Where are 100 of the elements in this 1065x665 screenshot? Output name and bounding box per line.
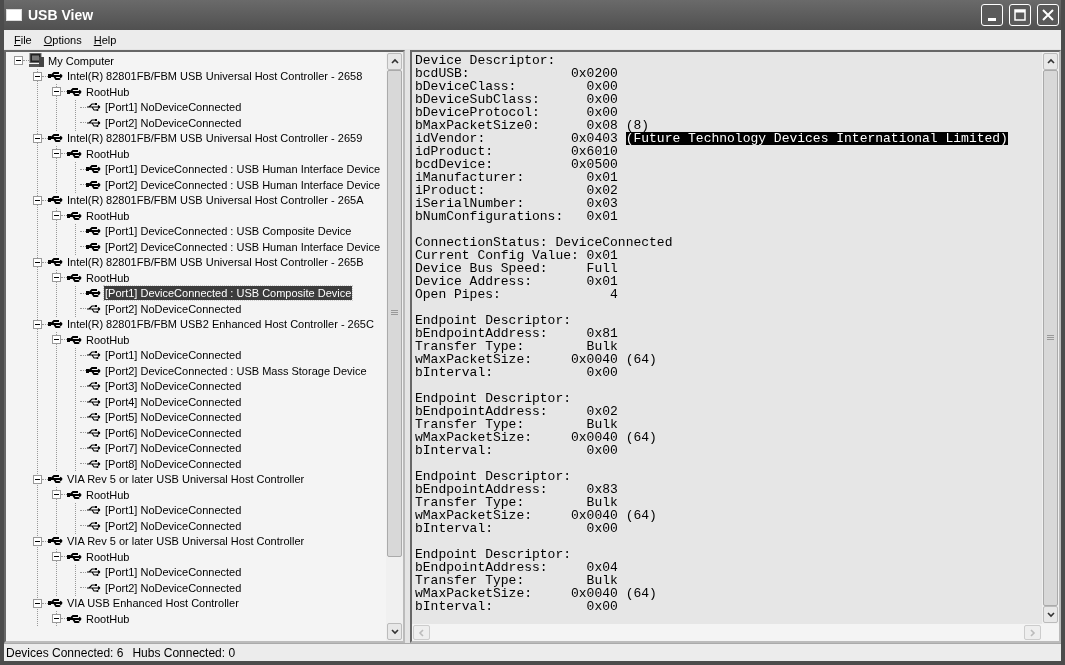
usb-icon <box>48 474 64 485</box>
tree-item[interactable]: [Port2] NoDeviceConnected <box>104 580 243 595</box>
collapse-toggle[interactable] <box>52 273 61 283</box>
chevron-left-icon <box>417 628 426 637</box>
tree-item[interactable]: RootHub <box>85 332 131 347</box>
field-value: 0x03 <box>586 197 618 210</box>
field-label: Transfer Type: <box>415 574 525 587</box>
field-label: idProduct: <box>415 145 493 158</box>
tree-item[interactable]: Intel(R) 82801FB/FBM USB Universal Host Controller - 265B <box>66 255 365 270</box>
minus-icon <box>35 259 40 265</box>
minus-icon <box>54 337 59 343</box>
collapse-toggle[interactable] <box>52 552 61 562</box>
chevron-down-icon <box>1046 610 1055 619</box>
tree-item[interactable]: [Port3] NoDeviceConnected <box>104 379 243 394</box>
scroll-up-button[interactable] <box>1043 53 1058 70</box>
minimize-button[interactable] <box>981 4 1003 26</box>
tree-item[interactable]: RootHub <box>85 611 131 626</box>
tree-item[interactable]: [Port2] DeviceConnected : USB Mass Storage Device <box>104 363 368 378</box>
field-label: bEndpointAddress: <box>415 327 548 340</box>
tree-item[interactable]: [Port4] NoDeviceConnected <box>104 394 243 409</box>
minus-icon <box>35 73 40 79</box>
tree-item[interactable]: [Port8] NoDeviceConnected <box>104 456 243 471</box>
field-value: 0x04 <box>586 561 618 574</box>
vertical-scrollbar[interactable] <box>1042 52 1059 624</box>
usb-icon <box>67 489 83 500</box>
grip-icon <box>391 310 398 317</box>
collapse-toggle[interactable] <box>14 56 23 66</box>
section-heading: Endpoint Descriptor: <box>415 470 572 483</box>
collapse-toggle[interactable] <box>33 195 42 205</box>
close-button[interactable] <box>1037 4 1059 26</box>
tree-item[interactable]: Intel(R) 82801FB/FBM USB2 Enhanced Host Controller - 265C <box>66 317 375 332</box>
tree-item[interactable]: [Port1] NoDeviceConnected <box>104 565 243 580</box>
collapse-toggle[interactable] <box>33 133 42 143</box>
collapse-toggle[interactable] <box>33 71 42 81</box>
tree-item[interactable]: RootHub <box>85 208 131 223</box>
tree-item[interactable]: VIA Rev 5 or later USB Universal Host Controller <box>66 472 306 487</box>
collapse-toggle[interactable] <box>33 598 42 608</box>
tree-item[interactable]: [Port1] DeviceConnected : USB Composite Device <box>104 224 353 239</box>
close-icon <box>1042 9 1054 21</box>
tree-item[interactable]: VIA Rev 5 or later USB Universal Host Controller <box>66 534 306 549</box>
scroll-thumb[interactable] <box>387 70 402 557</box>
tree-item[interactable]: [Port2] NoDeviceConnected <box>104 115 243 130</box>
tree-item[interactable]: VIA USB Enhanced Host Controller <box>66 596 240 611</box>
field-label: Transfer Type: <box>415 418 525 431</box>
minus-icon <box>54 616 59 622</box>
tree-item[interactable]: [Port1] DeviceConnected : USB Composite Device <box>104 286 353 301</box>
collapse-toggle[interactable] <box>52 614 61 624</box>
tree-item[interactable]: [Port1] NoDeviceConnected <box>104 100 243 115</box>
tree-item[interactable]: [Port1] NoDeviceConnected <box>104 348 243 363</box>
tree-item[interactable]: RootHub <box>85 549 131 564</box>
scroll-down-button[interactable] <box>1043 606 1058 623</box>
minus-icon <box>54 554 59 560</box>
field-label: ConnectionStatus: <box>415 236 548 249</box>
tree-item[interactable]: Intel(R) 82801FB/FBM USB Universal Host Controller - 2658 <box>66 69 364 84</box>
collapse-toggle[interactable] <box>33 536 42 546</box>
scroll-down-button[interactable] <box>387 623 402 640</box>
tree-item[interactable]: RootHub <box>85 84 131 99</box>
tree-item[interactable]: Intel(R) 82801FB/FBM USB Universal Host Controller - 2659 <box>66 131 364 146</box>
tree-item[interactable]: My Computer <box>47 53 116 68</box>
collapse-toggle[interactable] <box>33 474 42 484</box>
scroll-up-button[interactable] <box>387 53 402 70</box>
tree-item[interactable]: [Port5] NoDeviceConnected <box>104 410 243 425</box>
field-label: iProduct: <box>415 184 486 197</box>
field-label: wMaxPacketSize: <box>415 509 533 522</box>
collapse-toggle[interactable] <box>52 211 61 221</box>
collapse-toggle[interactable] <box>33 257 42 267</box>
usb-icon <box>48 133 64 144</box>
vertical-scrollbar[interactable] <box>386 52 403 641</box>
maximize-button[interactable] <box>1009 4 1031 26</box>
minimize-icon <box>988 17 996 21</box>
field-label: bEndpointAddress: <box>415 405 548 418</box>
collapse-toggle[interactable] <box>52 490 61 500</box>
tree-item[interactable]: [Port2] DeviceConnected : USB Human Interface Device <box>104 239 382 254</box>
tree-item[interactable]: [Port1] DeviceConnected : USB Human Interface Device <box>104 162 382 177</box>
collapse-toggle[interactable] <box>52 87 61 97</box>
field-label: bMaxPacketSize0: <box>415 119 540 132</box>
tree-item[interactable]: RootHub <box>85 270 131 285</box>
tree-item[interactable]: Intel(R) 82801FB/FBM USB Universal Host Controller - 265A <box>66 193 365 208</box>
tree-item[interactable]: [Port2] NoDeviceConnected <box>104 518 243 533</box>
field-value: 0x00 <box>586 522 618 535</box>
scroll-thumb[interactable] <box>1043 70 1058 606</box>
tree-item[interactable]: [Port2] DeviceConnected : USB Human Interface Device <box>104 177 382 192</box>
field-label: bDeviceProtocol: <box>415 106 540 119</box>
field-value: 0x00 <box>586 93 618 106</box>
collapse-toggle[interactable] <box>33 319 42 329</box>
tree-item[interactable]: RootHub <box>85 487 131 502</box>
menu-item[interactable]: Help <box>87 33 123 46</box>
tree-item[interactable]: [Port2] NoDeviceConnected <box>104 301 243 316</box>
field-value: 0x0500 <box>571 158 618 171</box>
tree-item[interactable]: RootHub <box>85 146 131 161</box>
menu-item[interactable]: Options <box>37 33 88 46</box>
tree-item[interactable]: [Port7] NoDeviceConnected <box>104 441 243 456</box>
field-value: Bulk <box>586 574 618 587</box>
collapse-toggle[interactable] <box>52 335 61 345</box>
tree-item[interactable]: [Port1] NoDeviceConnected <box>104 503 243 518</box>
section-heading: Endpoint Descriptor: <box>415 548 572 561</box>
menu-item[interactable]: File <box>8 33 38 46</box>
tree-item[interactable]: [Port6] NoDeviceConnected <box>104 425 243 440</box>
usb-icon <box>48 536 64 547</box>
collapse-toggle[interactable] <box>52 149 61 159</box>
